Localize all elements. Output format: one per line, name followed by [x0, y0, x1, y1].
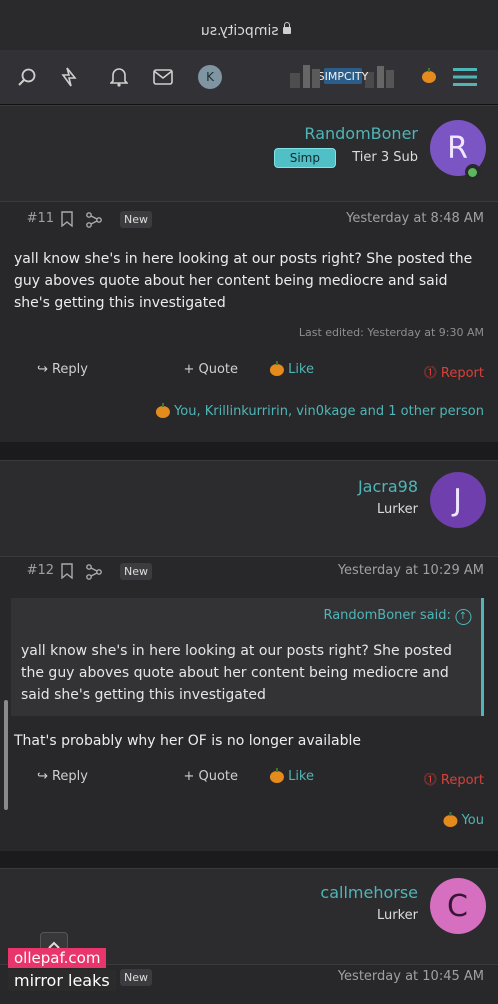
bookmark-icon[interactable] — [58, 563, 74, 580]
inbox-icon[interactable] — [150, 64, 176, 90]
online-indicator-icon — [465, 164, 481, 180]
like-button[interactable]: Like — [269, 362, 314, 377]
post-body: yall know she's in here looking at our p… — [14, 251, 473, 311]
svg-text:SIMPCITY: SIMPCITY — [318, 70, 369, 83]
username[interactable]: RandomBoner — [304, 124, 418, 143]
username[interactable]: Jacra98 — [358, 477, 418, 496]
new-badge: New — [120, 563, 152, 580]
user-title: Lurker — [376, 502, 418, 517]
post-header — [0, 106, 498, 202]
post-number[interactable]: #12 — [27, 563, 54, 578]
lock-icon — [283, 27, 292, 34]
bell-icon[interactable] — [106, 64, 132, 90]
username[interactable]: callmehorse — [320, 883, 418, 902]
reply-button[interactable]: ↪ Reply — [37, 362, 88, 377]
pumpkin-icon — [416, 64, 442, 90]
quote-block: RandomBoner said: ↑ yall know she's in h… — [11, 598, 484, 716]
post-time[interactable]: Yesterday at 10:45 AM — [338, 969, 484, 984]
new-badge: New — [120, 211, 152, 228]
avatar-letter: R — [447, 130, 469, 166]
last-edited: Last edited: Yesterday at 9:30 AM — [298, 326, 484, 339]
avatar[interactable]: J — [430, 472, 486, 528]
pumpkin-icon — [443, 814, 458, 827]
like-button[interactable]: Like — [269, 769, 314, 784]
share-icon[interactable] — [86, 212, 102, 228]
report-button[interactable]: ⓵ Report — [424, 769, 484, 788]
pumpkin-icon — [269, 770, 284, 783]
report-button[interactable]: ⓵ Report — [424, 362, 484, 381]
post-body: That's probably why her OF is no longer … — [14, 733, 361, 749]
quote-author[interactable]: RandomBoner said: ↑ — [323, 608, 471, 625]
avatar[interactable]: R — [430, 120, 486, 180]
reply-button[interactable]: ↪ Reply — [37, 769, 88, 784]
pumpkin-icon — [269, 363, 284, 376]
site-logo[interactable]: SIMPCITY — [286, 62, 396, 90]
post-number[interactable]: #11 — [27, 211, 54, 226]
share-icon[interactable] — [86, 564, 102, 580]
user-title: Tier 3 Sub — [352, 150, 418, 165]
bolt-icon[interactable] — [56, 64, 82, 90]
new-badge: New — [120, 969, 152, 986]
bookmark-icon[interactable] — [58, 211, 74, 228]
browser-url-bar[interactable]: simpcity.su — [0, 0, 498, 50]
user-avatar[interactable]: K — [198, 65, 222, 89]
avatar[interactable]: C — [430, 878, 486, 934]
user-avatar-letter: K — [206, 70, 214, 84]
scrollbar[interactable] — [4, 700, 8, 810]
user-title: Lurker — [376, 908, 418, 923]
user-badge: Simp — [274, 148, 336, 168]
quote-button[interactable]: + Quote — [183, 362, 238, 377]
url-text: simpcity.su — [0, 23, 498, 39]
quote-text: yall know she's in here looking at our p… — [21, 643, 452, 703]
post-header — [0, 461, 498, 557]
reactions-bar[interactable]: You, Krillinkurririn, vin0kage and 1 oth… — [155, 404, 484, 419]
watermark-line-2: mirror leaks — [8, 970, 116, 991]
search-icon[interactable] — [14, 64, 40, 90]
site-navbar: SIMPCITY K — [0, 50, 498, 105]
quote-button[interactable]: + Quote — [183, 769, 238, 784]
avatar-letter: J — [453, 482, 463, 518]
watermark-line-1: ollepaf.com — [8, 948, 107, 968]
watermark: ollepaf.com mirror leaks — [8, 948, 116, 991]
reactions-bar[interactable]: You — [443, 813, 484, 828]
avatar-letter: C — [447, 888, 469, 924]
post-time[interactable]: Yesterday at 10:29 AM — [338, 563, 484, 578]
post-time[interactable]: Yesterday at 8:48 AM — [346, 211, 484, 226]
jump-arrow-icon[interactable]: ↑ — [455, 609, 471, 625]
menu-icon[interactable] — [452, 64, 478, 90]
pumpkin-icon — [155, 405, 170, 418]
